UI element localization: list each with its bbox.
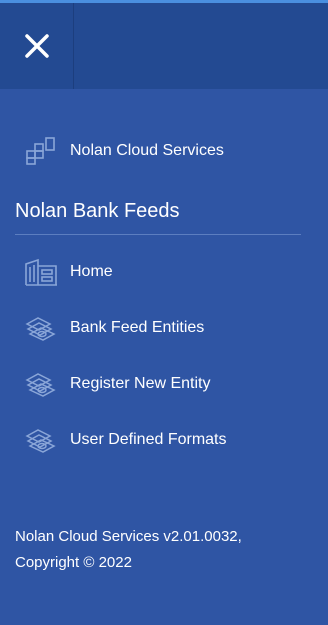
version-text: Nolan Cloud Services v2.01.0032, — [15, 528, 242, 545]
banknotes-icon — [24, 427, 58, 453]
nav-item-label: Nolan Cloud Services — [70, 142, 224, 159]
nav-item-cloud-services[interactable]: Nolan Cloud Services — [24, 137, 224, 165]
close-icon — [24, 34, 49, 58]
nav-item-label: Register New Entity — [70, 375, 211, 392]
building-icon — [24, 258, 58, 286]
nav-item-label: Bank Feed Entities — [70, 319, 205, 336]
drawer-header — [0, 3, 328, 89]
nav-item-user-defined-formats[interactable]: User Defined Formats — [24, 427, 227, 453]
copyright-text: Copyright © 2022 — [15, 554, 132, 571]
nav-item-home[interactable]: Home — [24, 258, 113, 286]
banknotes-icon — [24, 371, 58, 397]
nav-item-label: User Defined Formats — [70, 431, 227, 448]
banknotes-icon — [24, 315, 58, 341]
nav-item-label: Home — [70, 263, 113, 280]
grid-blocks-icon — [24, 137, 58, 165]
close-button[interactable] — [0, 3, 74, 89]
nav-item-register-new-entity[interactable]: Register New Entity — [24, 371, 211, 397]
section-title: Nolan Bank Feeds — [15, 200, 180, 222]
nav-item-bank-feed-entities[interactable]: Bank Feed Entities — [24, 315, 204, 341]
divider — [15, 234, 301, 235]
footer: Nolan Cloud Services v2.01.0032, Copyrig… — [15, 524, 315, 576]
